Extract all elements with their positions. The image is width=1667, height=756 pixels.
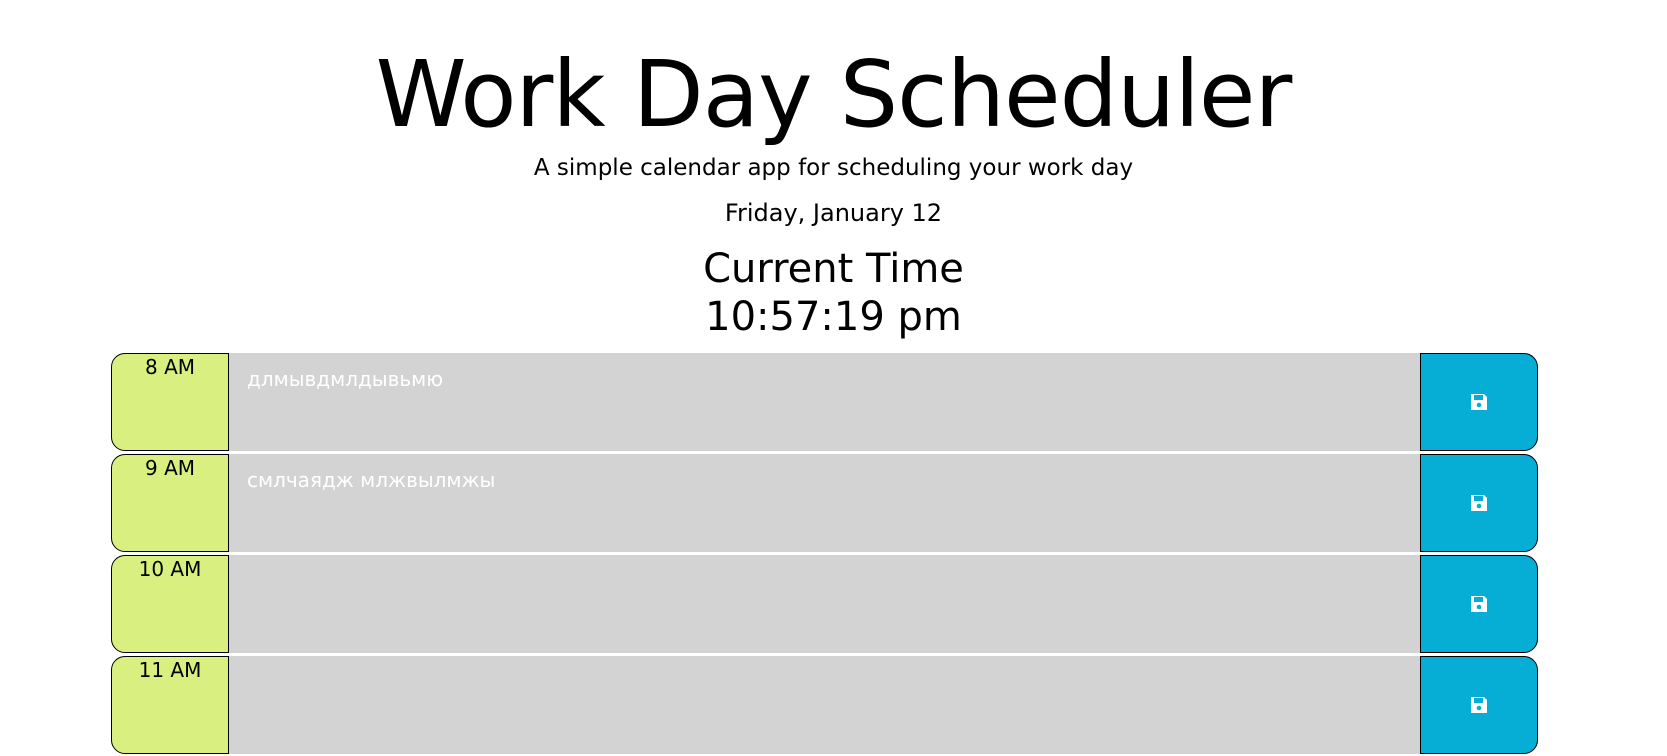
page-subtitle: A simple calendar app for scheduling you… [533, 155, 1134, 181]
event-description-input[interactable]: смлчаядж млжвылмжы [229, 454, 1420, 552]
current-time-value: 10:57:19 pm [705, 294, 962, 340]
save-icon [1469, 695, 1489, 715]
hour-label: 9 AM [111, 454, 229, 552]
save-icon [1469, 594, 1489, 614]
page-title: Work Day Scheduler [375, 41, 1293, 148]
time-block-10am: 10 AM [111, 554, 1538, 653]
schedule-list: 8 AM длмывдмлдывьмю 9 AM смлчаядж млжвыл… [111, 352, 1538, 756]
save-icon [1469, 493, 1489, 513]
save-icon [1469, 392, 1489, 412]
current-time-label: Current Time [703, 246, 964, 292]
save-button[interactable] [1420, 656, 1538, 754]
save-button[interactable] [1420, 353, 1538, 451]
time-block-11am: 11 AM [111, 655, 1538, 754]
hour-label: 10 AM [111, 555, 229, 653]
save-button[interactable] [1420, 454, 1538, 552]
hour-label: 11 AM [111, 656, 229, 754]
header: Work Day Scheduler A simple calendar app… [0, 0, 1667, 350]
event-description-input[interactable] [229, 555, 1420, 653]
time-block-9am: 9 AM смлчаядж млжвылмжы [111, 453, 1538, 552]
time-block-8am: 8 AM длмывдмлдывьмю [111, 352, 1538, 451]
current-date: Friday, January 12 [724, 199, 943, 227]
event-description-input[interactable] [229, 656, 1420, 754]
hour-label: 8 AM [111, 353, 229, 451]
event-description-input[interactable]: длмывдмлдывьмю [229, 353, 1420, 451]
save-button[interactable] [1420, 555, 1538, 653]
